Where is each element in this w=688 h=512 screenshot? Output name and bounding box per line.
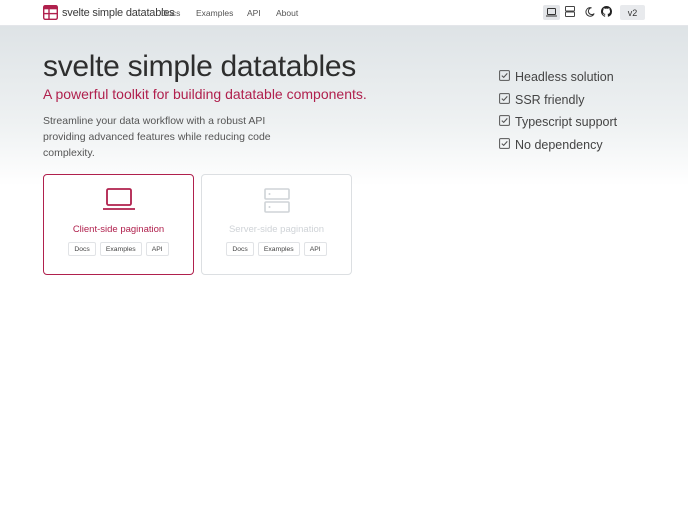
feature-item: Typescript support — [499, 111, 617, 134]
feature-label: SSR friendly — [515, 92, 585, 107]
card-api-link[interactable]: API — [303, 242, 327, 256]
nav-docs[interactable]: Docs — [161, 8, 180, 18]
card-title: Client-side pagination — [72, 224, 165, 235]
server-side-card[interactable]: Server-side pagination Docs Examples API — [201, 174, 352, 275]
top-navbar: svelte simple datatables Docs Examples A… — [0, 0, 688, 26]
feature-item: SSR friendly — [499, 89, 617, 112]
client-side-card[interactable]: Client-side pagination Docs Examples API — [43, 174, 194, 275]
page-subtitle: A powerful toolkit for building datatabl… — [43, 86, 367, 102]
server-mode-button[interactable] — [561, 5, 578, 20]
nav-about[interactable]: About — [276, 8, 298, 18]
page-description: Streamline your data workflow with a rob… — [43, 115, 271, 159]
card-links: Docs Examples API — [202, 242, 351, 256]
feature-label: No dependency — [515, 137, 603, 152]
card-docs-link[interactable]: Docs — [68, 242, 96, 256]
checkbox-checked-icon — [499, 113, 510, 131]
page-title: svelte simple datatables — [43, 50, 356, 83]
feature-item: Headless solution — [499, 66, 617, 89]
feature-list: Headless solution SSR friendly Typescrip… — [499, 66, 617, 156]
table-icon — [43, 5, 58, 20]
nav-examples[interactable]: Examples — [196, 8, 233, 18]
card-docs-link[interactable]: Docs — [226, 242, 254, 256]
moon-icon — [584, 4, 595, 22]
nav-api[interactable]: API — [247, 8, 261, 18]
checkbox-checked-icon — [499, 68, 510, 86]
card-examples-link[interactable]: Examples — [99, 242, 142, 256]
laptop-icon — [44, 188, 193, 211]
version-selector[interactable]: v2 — [620, 5, 645, 20]
github-icon — [601, 4, 612, 22]
laptop-icon — [546, 4, 557, 22]
dark-mode-toggle[interactable] — [581, 5, 598, 20]
feature-item: No dependency — [499, 134, 617, 157]
feature-label: Headless solution — [515, 70, 614, 85]
brand-title: svelte simple datatables — [62, 6, 175, 19]
card-api-link[interactable]: API — [145, 242, 169, 256]
checkbox-checked-icon — [499, 136, 510, 154]
card-links: Docs Examples API — [44, 242, 193, 256]
brand-link[interactable]: svelte simple datatables — [43, 5, 175, 20]
client-mode-button[interactable] — [543, 5, 560, 20]
server-icon — [202, 188, 351, 213]
checkbox-checked-icon — [499, 91, 510, 109]
feature-label: Typescript support — [515, 115, 618, 130]
card-examples-link[interactable]: Examples — [257, 242, 300, 256]
github-link[interactable] — [598, 5, 615, 20]
card-title: Server-side pagination — [228, 224, 325, 235]
server-icon — [564, 4, 575, 22]
